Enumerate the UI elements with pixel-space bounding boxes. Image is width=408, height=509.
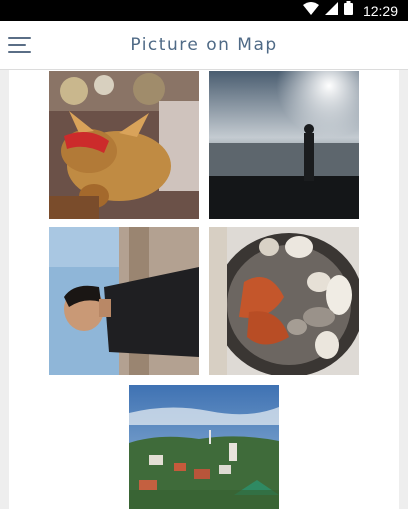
- status-bar: 12:29: [0, 0, 408, 21]
- wifi-icon: [302, 1, 319, 20]
- photo-thumbnail-3[interactable]: [49, 227, 199, 375]
- photo-thumbnail-5[interactable]: [129, 385, 279, 509]
- photo-thumbnail-4[interactable]: [209, 227, 359, 375]
- photo-thumbnail-2[interactable]: [209, 71, 359, 219]
- page-title: Picture on Map: [130, 35, 278, 55]
- battery-icon: [343, 1, 353, 20]
- status-icons: 12:29: [302, 0, 398, 21]
- status-time: 12:29: [362, 2, 398, 19]
- app-bar: Picture on Map: [0, 21, 408, 70]
- photo-thumbnail-1[interactable]: [49, 71, 199, 219]
- photo-grid-container[interactable]: [0, 70, 408, 509]
- photo-grid: [9, 70, 399, 509]
- signal-icon: [324, 1, 338, 20]
